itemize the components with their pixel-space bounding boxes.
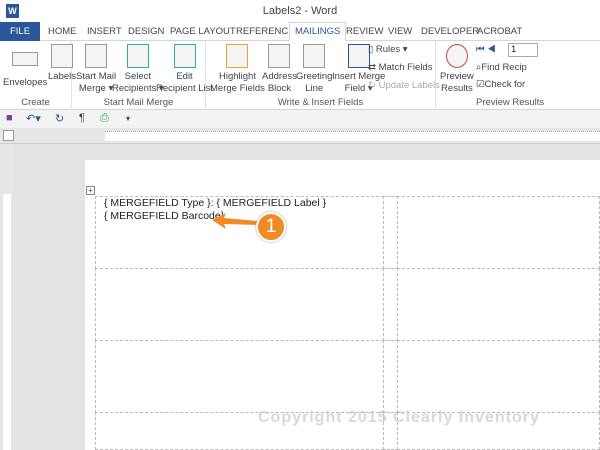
tab-home[interactable]: HOME [48,22,77,41]
label-cell[interactable] [397,196,600,269]
tab-mailings[interactable]: MAILINGS [289,22,347,42]
title-bar: W Labels2 - Word [0,0,600,22]
horizontal-ruler[interactable] [0,128,600,144]
ribbon: Envelopes Labels Create Start Mail Merge … [0,41,600,110]
pilcrow-icon[interactable]: ¶ [79,112,85,124]
preview-icon [445,44,468,68]
callout-badge: 1 [256,212,286,242]
group-label: Write & Insert Fields [277,97,364,108]
address-block-button[interactable]: Address Block [262,44,297,95]
group-preview-results: Preview Results ⏮ ◀ 1 ⌕Find Recip ☑Check … [436,41,600,110]
tab-insert[interactable]: INSERT [87,22,122,41]
check-for-errors-button[interactable]: ☑Check for [476,79,525,90]
check-icon: ☑ [476,79,485,90]
redo-icon[interactable]: ↻ [55,112,64,125]
word-app-icon: W [6,4,19,18]
spacer-cell [383,268,398,341]
print-icon[interactable]: ⎙ [100,112,109,125]
quick-access-toolbar: ■ ↶▾ ↻ ¶ ⎙ ▾ [0,110,600,128]
address-block-icon [268,44,291,68]
group-label: Preview Results [476,97,545,108]
save-icon[interactable]: ■ [6,112,13,124]
label-cell[interactable] [397,268,600,341]
start-mail-merge-button[interactable]: Start Mail Merge ▾ [76,44,116,95]
callout-arrow-icon [212,213,258,229]
match-fields-button[interactable]: ⇄ Match Fields [368,62,432,73]
greeting-line-button[interactable]: Greeting Line [296,44,332,95]
group-write-insert-fields: Highlight Merge Fields Address Block Greet… [206,41,440,110]
merge-field-line-1[interactable]: { MERGEFIELD Type }: { MERGEFIELD Label … [104,197,326,209]
undo-icon[interactable]: ↶▾ [26,112,41,125]
label-cell[interactable] [397,340,600,413]
envelopes-button[interactable]: Envelopes [3,44,47,89]
tab-file[interactable]: FILE [0,22,40,41]
table-move-handle-icon[interactable]: + [86,186,95,195]
recipients-icon [126,44,149,68]
tab-developer[interactable]: DEVELOPER [421,22,479,41]
edit-recipient-list-button[interactable]: Edit Recipient List [156,44,213,95]
label-cell[interactable] [95,268,384,341]
watermark: Copyright 2015 Clearly Inventory [258,409,540,426]
update-labels-button: ↻ Update Labels [368,80,440,91]
ribbon-tabs: FILE HOME INSERT DESIGN PAGE LAYOUT REFE… [0,22,600,42]
rules-button[interactable]: ▯ Rules ▾ [368,44,408,55]
vertical-ruler [0,144,14,450]
update-labels-icon: ↻ [368,80,379,91]
rules-icon: ▯ [368,44,376,55]
spacer-cell [383,196,398,269]
merge-field-icon [347,44,370,68]
window-title: Labels2 - Word [262,5,338,17]
envelopes-label: Envelopes [3,77,48,88]
edit-recipients-icon [173,44,196,68]
greeting-line-icon [303,44,326,68]
highlight-icon [226,44,249,68]
find-recipient-button[interactable]: ⌕Find Recip [476,62,527,73]
record-number-input[interactable]: 1 [508,43,538,57]
tab-review[interactable]: REVIEW [346,22,383,41]
match-fields-icon: ⇄ [368,62,379,73]
group-label: Start Mail Merge [103,97,174,108]
tab-selector-icon[interactable] [3,130,14,141]
customize-qat-icon[interactable]: ▾ [126,114,130,123]
labels-icon [51,44,73,68]
document-icon [85,44,108,68]
preview-results-button[interactable]: Preview Results [440,44,474,95]
tab-design[interactable]: DESIGN [128,22,164,41]
group-create: Envelopes Labels Create [0,41,76,110]
group-start-mail-merge: Start Mail Merge ▾ Select Recipients ▾ Edi… [72,41,213,110]
spacer-cell [383,340,398,413]
first-record-button[interactable]: ⏮ ◀ [476,44,496,55]
merge-field-barcode[interactable]: { MERGEFIELD Barcode} [104,210,224,222]
highlight-merge-fields-button[interactable]: Highlight Merge Fields [210,44,265,95]
group-label: Create [21,97,50,108]
envelope-icon [12,52,39,66]
tab-acrobat[interactable]: ACROBAT [477,22,522,41]
label-cell[interactable] [95,340,384,413]
tab-view[interactable]: VIEW [388,22,412,41]
tab-page-layout[interactable]: PAGE LAYOUT [170,22,236,41]
